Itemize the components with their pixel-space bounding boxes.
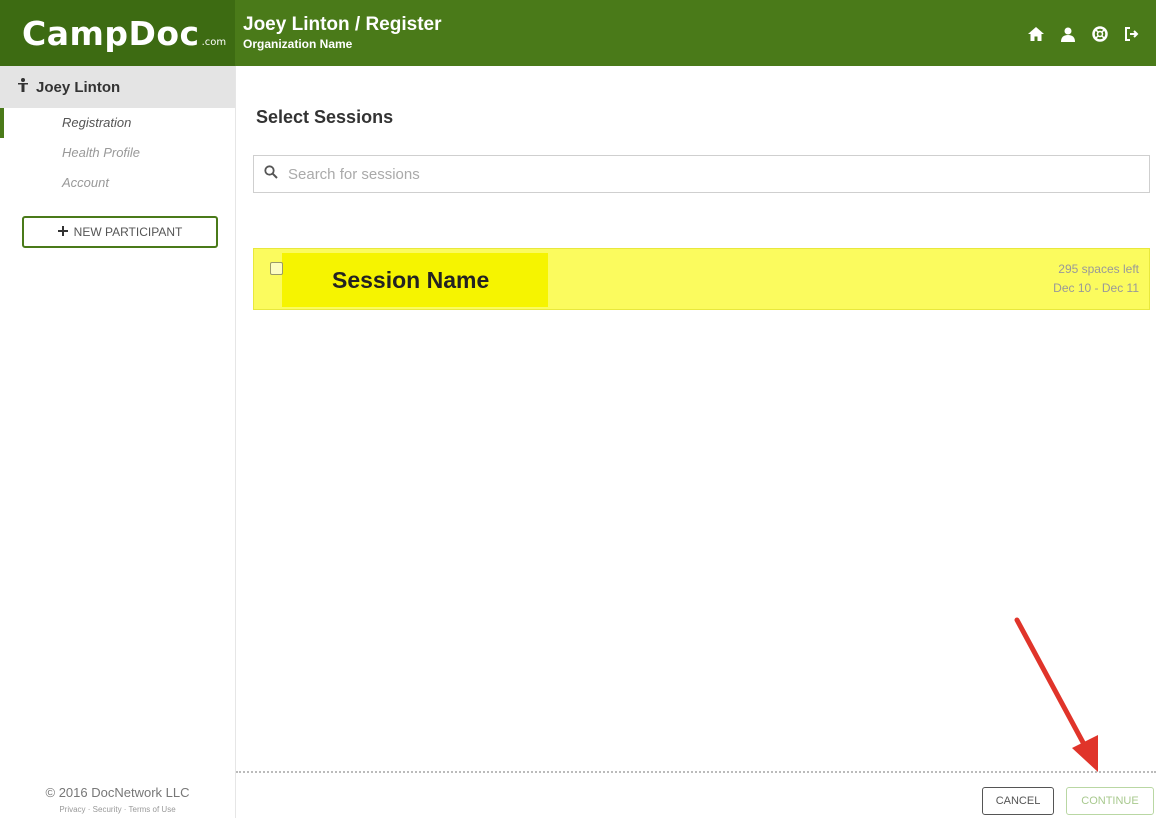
header-title-area: Joey Linton / Register Organization Name	[243, 14, 441, 52]
page-title: Joey Linton / Register	[243, 14, 442, 35]
logout-icon[interactable]	[1122, 24, 1142, 44]
participant-header[interactable]: Joey Linton	[0, 66, 235, 108]
copyright-text: © 2016 DocNetwork LLC	[45, 785, 190, 800]
user-icon[interactable]	[1058, 24, 1078, 44]
logo-suffix: .com	[201, 37, 227, 48]
search-input[interactable]	[286, 164, 1090, 184]
logo-area[interactable]: CampDoc .com	[0, 0, 235, 66]
session-checkbox[interactable]	[270, 262, 283, 275]
top-bar: CampDoc .com Joey Linton / Register Organ…	[0, 0, 1156, 66]
session-name: Session Name	[332, 267, 490, 293]
footer-links[interactable]: Privacy · Security · Terms of Use	[0, 805, 235, 814]
sidebar-item-registration[interactable]: Registration	[0, 108, 235, 138]
cancel-button[interactable]: CANCEL	[982, 787, 1054, 815]
sidebar-item-health-profile[interactable]: Health Profile	[0, 138, 235, 168]
search-icon	[264, 164, 278, 184]
search-field[interactable]	[253, 155, 1150, 193]
continue-button[interactable]: CONTINUE	[1066, 787, 1154, 815]
session-dates: Dec 10 - Dec 11	[1053, 281, 1139, 295]
organization-name: Organization Name	[243, 37, 353, 51]
session-row[interactable]: Session Name 295 spaces left Dec 10 - De…	[253, 248, 1150, 310]
home-icon[interactable]	[1026, 24, 1046, 44]
session-spaces-left: 295 spaces left	[1058, 262, 1139, 276]
child-icon	[18, 78, 28, 96]
campdoc-logo[interactable]: CampDoc .com	[22, 14, 226, 63]
help-icon[interactable]	[1090, 24, 1110, 44]
new-participant-label: NEW PARTICIPANT	[73, 225, 183, 239]
plus-icon	[57, 225, 68, 239]
header-icons	[1026, 24, 1142, 44]
sidebar-item-account[interactable]: Account	[0, 168, 235, 198]
logo-text: CampDoc	[22, 14, 200, 53]
footer-divider	[236, 771, 1156, 773]
section-heading: Select Sessions	[256, 107, 394, 127]
sidebar: Joey Linton Registration Health Profile …	[0, 66, 236, 818]
participant-name: Joey Linton	[36, 78, 121, 96]
new-participant-button[interactable]: NEW PARTICIPANT	[22, 216, 218, 248]
